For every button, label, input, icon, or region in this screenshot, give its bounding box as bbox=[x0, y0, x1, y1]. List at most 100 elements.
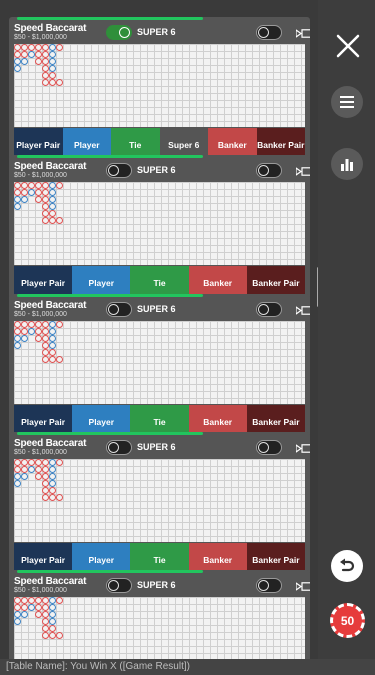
super6-toggle[interactable] bbox=[106, 302, 132, 317]
table-card[interactable]: Speed Baccarat $50 - $1,000,000 SUPER 6 Pla… bbox=[9, 432, 310, 577]
player-bead bbox=[14, 342, 21, 349]
table-card[interactable]: Speed Baccarat $50 - $1,000,000 SUPER 6 Pla… bbox=[9, 17, 310, 162]
banker-bead bbox=[42, 632, 49, 639]
toggle-knob bbox=[119, 27, 130, 38]
banker-bead bbox=[42, 625, 49, 632]
banker-bead bbox=[35, 459, 42, 466]
banker-bead bbox=[21, 466, 28, 473]
betting-timer-bar bbox=[17, 570, 203, 573]
table-name: Speed Baccarat bbox=[14, 576, 87, 587]
banker-bead bbox=[42, 611, 49, 618]
banker-bead bbox=[42, 597, 49, 604]
banker-bead bbox=[42, 210, 49, 217]
banker-bead bbox=[42, 189, 49, 196]
player-bead bbox=[49, 597, 56, 604]
chip-selector[interactable]: 50 bbox=[330, 603, 365, 638]
player-bead bbox=[49, 335, 56, 342]
table-list[interactable]: Speed Baccarat $50 - $1,000,000 SUPER 6 Pla… bbox=[0, 0, 318, 659]
video-toggle[interactable] bbox=[256, 302, 282, 317]
banker-bead bbox=[42, 217, 49, 224]
player-bead bbox=[49, 618, 56, 625]
video-toggle[interactable] bbox=[256, 25, 282, 40]
player-bead bbox=[49, 58, 56, 65]
banker-bead bbox=[21, 597, 28, 604]
banker-bead bbox=[56, 44, 63, 51]
player-bead bbox=[21, 473, 28, 480]
banker-bead bbox=[42, 321, 49, 328]
table-card[interactable]: Speed Baccarat $50 - $1,000,000 SUPER 6 Pla… bbox=[9, 155, 310, 300]
toggle-knob bbox=[108, 304, 119, 315]
video-toggle[interactable] bbox=[256, 578, 282, 593]
player-bead bbox=[49, 321, 56, 328]
banker-bead bbox=[14, 44, 21, 51]
table-card[interactable]: Speed Baccarat $50 - $1,000,000 SUPER 6 bbox=[9, 570, 310, 659]
player-bead bbox=[28, 466, 35, 473]
banker-bead bbox=[42, 604, 49, 611]
player-bead bbox=[14, 611, 21, 618]
super6-toggle[interactable] bbox=[106, 440, 132, 455]
betting-timer-bar bbox=[17, 155, 203, 158]
betting-timer-bar bbox=[17, 294, 203, 297]
player-bead bbox=[28, 604, 35, 611]
player-bead bbox=[21, 196, 28, 203]
banker-bead bbox=[14, 604, 21, 611]
super6-toggle[interactable] bbox=[106, 25, 132, 40]
player-bead bbox=[14, 65, 21, 72]
bead-road-grid bbox=[14, 182, 305, 265]
bead-road-grid bbox=[14, 597, 305, 659]
game-result-message: [Table Name]: You Win X ([Game Result]) bbox=[0, 659, 375, 675]
player-bead bbox=[49, 203, 56, 210]
table-limits: $50 - $1,000,000 bbox=[14, 311, 67, 318]
player-bead bbox=[28, 189, 35, 196]
table-card[interactable]: Speed Baccarat $50 - $1,000,000 SUPER 6 Pla… bbox=[9, 294, 310, 439]
super6-toggle[interactable] bbox=[106, 163, 132, 178]
banker-bead bbox=[21, 459, 28, 466]
banker-bead bbox=[14, 597, 21, 604]
banker-bead bbox=[35, 51, 42, 58]
banker-bead bbox=[49, 349, 56, 356]
close-button[interactable] bbox=[333, 31, 363, 61]
banker-bead bbox=[49, 210, 56, 217]
banker-bead bbox=[42, 65, 49, 72]
player-bead bbox=[21, 611, 28, 618]
statistics-button[interactable] bbox=[331, 148, 363, 180]
super6-toggle[interactable] bbox=[106, 578, 132, 593]
video-camera-icon bbox=[296, 29, 310, 38]
player-bead bbox=[14, 203, 21, 210]
banker-bead bbox=[42, 72, 49, 79]
player-bead bbox=[14, 58, 21, 65]
banker-bead bbox=[42, 335, 49, 342]
table-limits: $50 - $1,000,000 bbox=[14, 172, 67, 179]
banker-bead bbox=[42, 487, 49, 494]
banker-bead bbox=[49, 487, 56, 494]
banker-bead bbox=[35, 335, 42, 342]
video-toggle[interactable] bbox=[256, 163, 282, 178]
undo-button[interactable] bbox=[331, 550, 363, 582]
menu-button[interactable] bbox=[331, 86, 363, 118]
player-bead bbox=[14, 473, 21, 480]
banker-bead bbox=[35, 473, 42, 480]
banker-bead bbox=[35, 611, 42, 618]
banker-bead bbox=[42, 473, 49, 480]
banker-bead bbox=[49, 625, 56, 632]
bead-road-grid bbox=[14, 459, 305, 542]
video-camera-icon bbox=[296, 167, 310, 176]
super6-label: SUPER 6 bbox=[137, 304, 176, 314]
banker-bead bbox=[42, 196, 49, 203]
toggle-knob bbox=[108, 165, 119, 176]
toggle-knob bbox=[258, 165, 269, 176]
player-bead bbox=[49, 44, 56, 51]
banker-bead bbox=[42, 618, 49, 625]
banker-bead bbox=[35, 604, 42, 611]
banker-bead bbox=[28, 182, 35, 189]
table-name: Speed Baccarat bbox=[14, 438, 87, 449]
banker-bead bbox=[42, 494, 49, 501]
video-toggle[interactable] bbox=[256, 440, 282, 455]
banker-bead bbox=[56, 217, 63, 224]
banker-bead bbox=[28, 459, 35, 466]
bead-road-grid bbox=[14, 44, 305, 127]
table-name: Speed Baccarat bbox=[14, 161, 87, 172]
banker-bead bbox=[49, 632, 56, 639]
banker-bead bbox=[14, 51, 21, 58]
video-camera-icon bbox=[296, 444, 310, 453]
